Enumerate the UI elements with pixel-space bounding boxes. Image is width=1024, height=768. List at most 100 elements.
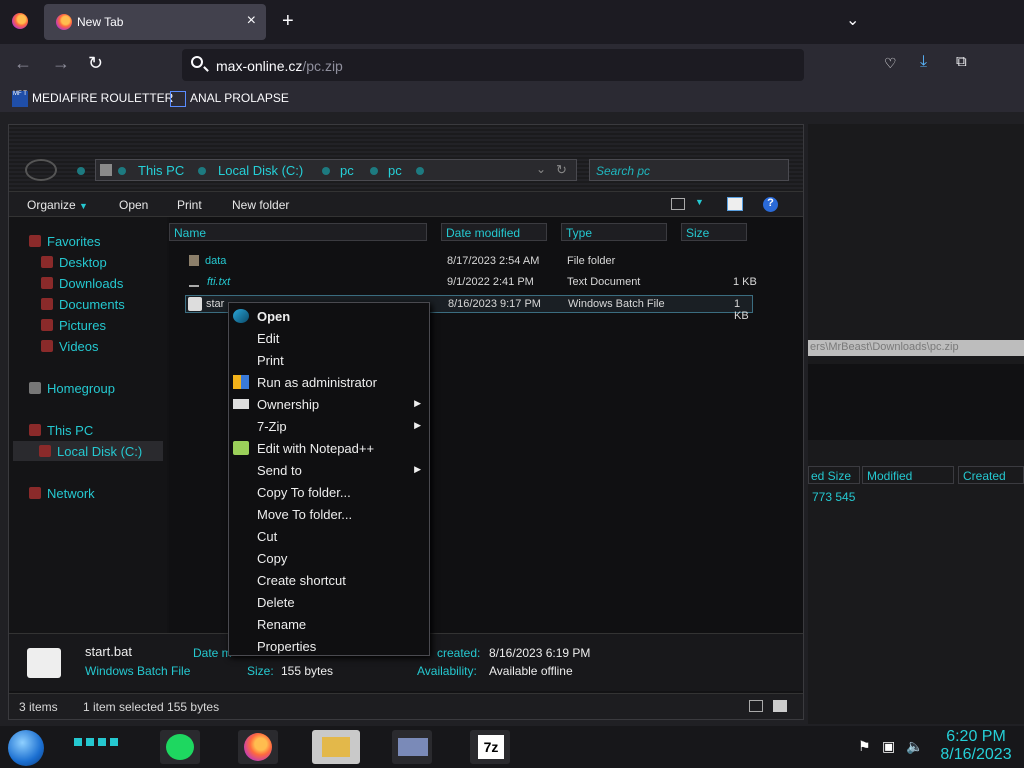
- nav-label: Homegroup: [47, 381, 115, 396]
- nav-downloads[interactable]: Downloads: [41, 276, 123, 291]
- address-bar[interactable]: This PC Local Disk (C:) pc pc ⌄ ↻: [95, 159, 577, 181]
- taskbar-7zip[interactable]: 7z: [470, 730, 510, 764]
- back-forward-orb-icon[interactable]: [25, 159, 57, 181]
- menu-item-open[interactable]: Open: [229, 305, 429, 327]
- menu-item-copy-to-folder[interactable]: Copy To folder...: [229, 481, 429, 503]
- download-icon[interactable]: ⤓: [920, 53, 927, 71]
- text-file-icon: [189, 276, 199, 287]
- nav-local-disk[interactable]: Local Disk (C:): [39, 444, 142, 459]
- archive-col-created[interactable]: Created: [958, 466, 1024, 484]
- archive-toolbar: [808, 364, 1024, 440]
- nav-videos[interactable]: Videos: [41, 339, 99, 354]
- taskbar-notes-app[interactable]: [160, 730, 200, 764]
- col-date-modified[interactable]: Date modified: [441, 223, 547, 241]
- menu-item-7zip[interactable]: 7-Zip ▶: [229, 415, 429, 437]
- reload-icon[interactable]: ↻: [88, 53, 103, 74]
- view-options-icon[interactable]: [671, 198, 685, 210]
- help-icon[interactable]: ?: [763, 197, 778, 212]
- sevenzip-icon: 7z: [478, 735, 504, 759]
- breadcrumb-local-disk[interactable]: Local Disk (C:): [218, 163, 303, 178]
- menu-label: Delete: [257, 595, 295, 610]
- archive-path-bar[interactable]: ers\MrBeast\Downloads\pc.zip: [808, 340, 1024, 356]
- nav-label: Documents: [59, 297, 125, 312]
- menu-item-move-to-folder[interactable]: Move To folder...: [229, 503, 429, 525]
- menu-item-print[interactable]: Print: [229, 349, 429, 371]
- nav-label: Downloads: [59, 276, 124, 291]
- menu-item-cut[interactable]: Cut: [229, 525, 429, 547]
- volume-icon[interactable]: 🔈: [906, 738, 923, 755]
- taskbar-firefox[interactable]: [238, 730, 278, 764]
- firefox-tab-icon: [56, 14, 72, 30]
- forward-arrow-icon[interactable]: →: [52, 53, 70, 74]
- col-name[interactable]: Name: [169, 223, 427, 241]
- nav-label: Desktop: [59, 255, 107, 270]
- nav-desktop[interactable]: Desktop: [41, 255, 107, 270]
- menu-label: Ownership: [257, 397, 320, 412]
- menu-item-rename[interactable]: Rename: [229, 613, 429, 635]
- browser-tab[interactable]: New Tab ×: [44, 4, 266, 40]
- menu-item-create-shortcut[interactable]: Create shortcut: [229, 569, 429, 591]
- network-tray-icon[interactable]: ▣: [882, 738, 895, 755]
- archive-col-modified[interactable]: Modified: [862, 466, 954, 484]
- search-placeholder: Search pc: [596, 164, 651, 178]
- url-host: max-online.cz: [216, 58, 303, 74]
- col-size[interactable]: Size: [681, 223, 747, 241]
- new-folder-button[interactable]: New folder: [232, 198, 289, 212]
- nav-documents[interactable]: Documents: [41, 297, 125, 312]
- breadcrumb-pc[interactable]: pc: [340, 163, 354, 178]
- nav-this-pc[interactable]: This PC: [29, 423, 93, 438]
- extensions-icon[interactable]: ⧉: [956, 53, 967, 70]
- preview-pane-icon[interactable]: [727, 197, 743, 211]
- file-row[interactable]: fti.txt 9/1/2022 2:41 PM Text Document 1…: [185, 274, 765, 292]
- file-size: 1 KB: [733, 276, 757, 288]
- details-view-icon[interactable]: [749, 700, 763, 712]
- col-type[interactable]: Type: [561, 223, 667, 241]
- start-orb-icon[interactable]: [8, 730, 44, 766]
- nav-favorites[interactable]: Favorites: [29, 234, 100, 249]
- menu-item-ownership[interactable]: Ownership ▶: [229, 393, 429, 415]
- view-dropdown-icon[interactable]: ▼: [695, 197, 704, 207]
- bookmark-anal-prolapse[interactable]: ANAL PROLAPSE: [170, 91, 289, 107]
- large-icons-view-icon[interactable]: [773, 700, 787, 712]
- new-tab-button[interactable]: +: [282, 10, 294, 33]
- search-box[interactable]: Search pc: [589, 159, 789, 181]
- tab-close-button[interactable]: ×: [247, 12, 256, 30]
- menu-item-edit[interactable]: Edit: [229, 327, 429, 349]
- menu-item-delete[interactable]: Delete: [229, 591, 429, 613]
- back-arrow-icon[interactable]: ←: [14, 53, 32, 74]
- file-date: 9/1/2022 2:41 PM: [447, 276, 534, 288]
- organize-button[interactable]: Organize ▼: [27, 198, 88, 212]
- open-button[interactable]: Open: [119, 198, 148, 212]
- firefox-icon[interactable]: [12, 13, 28, 29]
- nav-pictures[interactable]: Pictures: [41, 318, 106, 333]
- print-button[interactable]: Print: [177, 198, 202, 212]
- open-icon: [233, 309, 249, 323]
- menu-item-run-as-admin[interactable]: Run as administrator: [229, 371, 429, 393]
- menu-item-properties[interactable]: Properties: [229, 635, 429, 657]
- url-bar[interactable]: max-online.cz/pc.zip: [182, 49, 804, 81]
- clock[interactable]: 6:20 PM 8/16/2023: [936, 728, 1016, 764]
- taskbar-explorer[interactable]: [312, 730, 360, 764]
- breadcrumb-this-pc[interactable]: This PC: [138, 163, 184, 178]
- flag-icon[interactable]: ⚑: [858, 738, 871, 755]
- pocket-icon[interactable]: ♡: [884, 55, 897, 72]
- menu-item-send-to[interactable]: Send to ▶: [229, 459, 429, 481]
- list-all-tabs-button[interactable]: ⌄: [846, 10, 859, 30]
- breadcrumb-pc-sub[interactable]: pc: [388, 163, 402, 178]
- bookmark-mediafire[interactable]: MF T MEDIAFIRE ROULETTER: [12, 91, 173, 107]
- file-row[interactable]: data 8/17/2023 2:54 AM File folder: [185, 253, 765, 271]
- menu-item-copy[interactable]: Copy: [229, 547, 429, 569]
- taskbar: 7z ⚑ ▣ 🔈 6:20 PM 8/16/2023: [0, 726, 1024, 768]
- url-text[interactable]: max-online.cz/pc.zip: [216, 58, 343, 74]
- chevron-down-icon[interactable]: ⌄: [536, 162, 546, 176]
- nav-network[interactable]: Network: [29, 486, 95, 501]
- archive-col-size[interactable]: ed Size: [808, 466, 860, 484]
- nav-homegroup[interactable]: Homegroup: [29, 381, 115, 396]
- search-icon: [191, 56, 203, 68]
- url-path: /pc.zip: [302, 58, 343, 74]
- refresh-icon[interactable]: ↻: [556, 162, 567, 178]
- file-type: File folder: [567, 255, 616, 267]
- taskbar-app-window[interactable]: [392, 730, 432, 764]
- menu-item-notepad-plus[interactable]: Edit with Notepad++: [229, 437, 429, 459]
- bookmarks-bar: MF T MEDIAFIRE ROULETTER ANAL PROLAPSE: [0, 84, 1024, 112]
